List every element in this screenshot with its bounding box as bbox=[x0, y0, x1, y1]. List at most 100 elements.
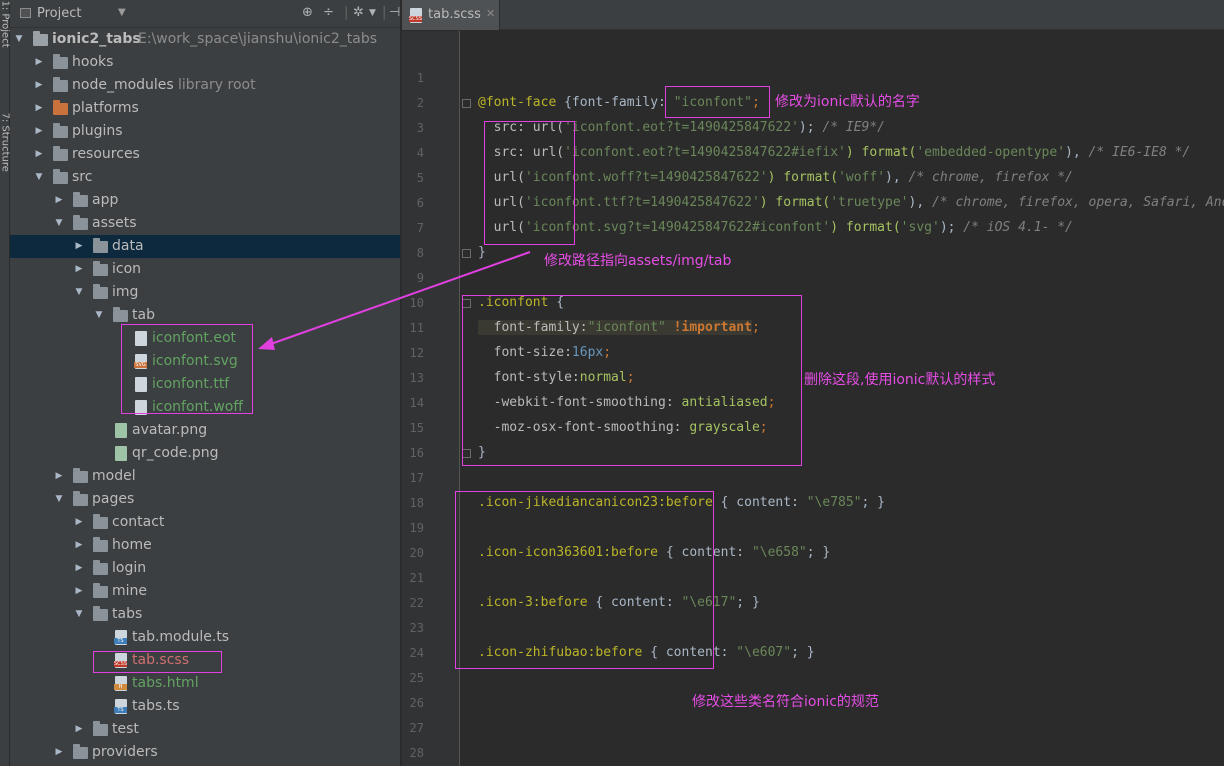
line-number: 16 bbox=[409, 446, 424, 460]
tree-item[interactable]: ▶ providers bbox=[10, 741, 400, 764]
folder-icon bbox=[73, 468, 88, 483]
expand-arrow-icon[interactable]: ▼ bbox=[53, 488, 65, 511]
expand-arrow-icon[interactable]: ▼ bbox=[73, 281, 85, 304]
tree-item-label: mine bbox=[112, 583, 148, 599]
project-panel-header: Project ▼ ⊕ ÷ | ✲ ▼ | ⊣ bbox=[10, 0, 400, 28]
hide-panel-icon[interactable]: ⊣ bbox=[389, 5, 400, 20]
tree-file-label: iconfont.eot bbox=[152, 330, 236, 346]
code-editor[interactable]: 1 2 3 4 5 6 7 8 9 10 11 12 13 14 15 16 1… bbox=[402, 31, 1224, 766]
code-line-6: url('iconfont.ttf?t=1490425847622') form… bbox=[478, 195, 1224, 210]
expand-arrow-icon[interactable]: ▼ bbox=[13, 28, 25, 51]
tree-file[interactable]: SVG iconfont.svg bbox=[10, 350, 400, 373]
fold-marker-icon[interactable] bbox=[462, 449, 471, 458]
tree-item[interactable]: ▶ resources bbox=[10, 143, 400, 166]
folder-icon bbox=[93, 606, 108, 621]
tree-item[interactable]: ▶ contact bbox=[10, 511, 400, 534]
expand-arrow-icon[interactable]: ▼ bbox=[53, 212, 65, 235]
line-number: 23 bbox=[409, 621, 424, 635]
tree-file[interactable]: SCSS tab.scss bbox=[10, 649, 400, 672]
fold-marker-icon[interactable] bbox=[462, 99, 471, 108]
tree-file[interactable]: iconfont.ttf bbox=[10, 373, 400, 396]
expand-arrow-icon[interactable]: ▶ bbox=[33, 97, 45, 120]
tab-tab-scss[interactable]: SCSS tab.scss ✕ bbox=[402, 0, 500, 30]
tree-file[interactable]: iconfont.woff bbox=[10, 396, 400, 419]
line-number: 2 bbox=[416, 96, 424, 110]
project-tree: ▼ ionic2_tabs E:\work_space\jianshu\ioni… bbox=[10, 28, 409, 766]
expand-arrow-icon[interactable]: ▼ bbox=[73, 603, 85, 626]
collapse-icon[interactable]: ÷ bbox=[323, 5, 334, 20]
tree-item[interactable]: ▼ assets bbox=[10, 212, 400, 235]
tree-item-selected[interactable]: ▶ data bbox=[10, 235, 400, 258]
expand-arrow-icon[interactable]: ▶ bbox=[73, 534, 85, 557]
expand-arrow-icon[interactable]: ▶ bbox=[33, 74, 45, 97]
gear-icon[interactable]: ✲ bbox=[353, 5, 364, 20]
tab-label: tab.scss bbox=[428, 7, 481, 22]
line-number: 21 bbox=[409, 571, 424, 585]
tree-file[interactable]: qr_code.png bbox=[10, 442, 400, 465]
tree-item-label: pages bbox=[92, 491, 135, 507]
tree-item[interactable]: ▶ platforms bbox=[10, 97, 400, 120]
tree-item[interactable]: ▶ model bbox=[10, 465, 400, 488]
gear-dropdown-icon[interactable]: ▼ bbox=[369, 8, 376, 18]
fold-marker-icon[interactable] bbox=[462, 249, 471, 258]
expand-arrow-icon[interactable]: ▶ bbox=[53, 465, 65, 488]
expand-arrow-icon[interactable]: ▶ bbox=[53, 741, 65, 764]
tree-item[interactable]: ▼ img bbox=[10, 281, 400, 304]
tree-item-label: src bbox=[72, 169, 93, 185]
expand-arrow-icon[interactable]: ▼ bbox=[93, 304, 105, 327]
tree-item-label: tabs bbox=[112, 606, 143, 622]
code-line-10: .iconfont { bbox=[478, 295, 565, 310]
expand-arrow-icon[interactable]: ▶ bbox=[73, 235, 85, 258]
expand-arrow-icon[interactable]: ▶ bbox=[73, 511, 85, 534]
fold-marker-icon[interactable] bbox=[462, 299, 471, 308]
tree-file-label: iconfont.svg bbox=[152, 353, 238, 369]
tree-item[interactable]: ▼ tabs bbox=[10, 603, 400, 626]
project-name: ionic2_tabs bbox=[52, 31, 141, 47]
tree-item-label: img bbox=[112, 284, 139, 300]
tree-item-label: plugins bbox=[72, 123, 123, 139]
expand-arrow-icon[interactable]: ▼ bbox=[33, 166, 45, 189]
line-number: 25 bbox=[409, 671, 424, 685]
expand-arrow-icon[interactable]: ▶ bbox=[73, 557, 85, 580]
rename-note: 修改为ionic默认的名字 bbox=[775, 94, 920, 110]
image-file-icon bbox=[115, 446, 127, 461]
expand-arrow-icon[interactable]: ▶ bbox=[33, 51, 45, 74]
tree-item[interactable]: ▶ home bbox=[10, 534, 400, 557]
tree-file[interactable]: avatar.png bbox=[10, 419, 400, 442]
tree-item[interactable]: ▼ tab bbox=[10, 304, 400, 327]
tree-item[interactable]: ▶ mine bbox=[10, 580, 400, 603]
tree-file[interactable]: H tabs.html bbox=[10, 672, 400, 695]
tree-item[interactable]: ▶ test bbox=[10, 718, 400, 741]
tree-item[interactable]: ▶ node_modules library root bbox=[10, 74, 400, 97]
folder-icon bbox=[73, 192, 88, 207]
expand-arrow-icon[interactable]: ▶ bbox=[73, 258, 85, 281]
expand-arrow-icon[interactable]: ▶ bbox=[33, 120, 45, 143]
expand-arrow-icon[interactable]: ▶ bbox=[73, 718, 85, 741]
project-panel-title[interactable]: Project bbox=[37, 6, 81, 21]
tree-file[interactable]: TS tab.module.ts bbox=[10, 626, 400, 649]
tree-file-label: iconfont.ttf bbox=[152, 376, 230, 392]
chevron-down-icon[interactable]: ▼ bbox=[118, 7, 126, 18]
tree-item[interactable]: ▶ hooks bbox=[10, 51, 400, 74]
tree-item[interactable]: ▼ src bbox=[10, 166, 400, 189]
expand-arrow-icon[interactable]: ▶ bbox=[73, 580, 85, 603]
close-icon[interactable]: ✕ bbox=[486, 7, 495, 20]
tree-item[interactable]: ▼ pages bbox=[10, 488, 400, 511]
tree-item[interactable]: ▶ plugins bbox=[10, 120, 400, 143]
tree-file-label: qr_code.png bbox=[132, 445, 219, 461]
project-tool-tab[interactable]: 1: Project bbox=[0, 1, 11, 48]
expand-arrow-icon[interactable]: ▶ bbox=[53, 189, 65, 212]
tree-item[interactable]: ▶ icon bbox=[10, 258, 400, 281]
structure-tool-tab[interactable]: 7: Structure bbox=[0, 113, 11, 172]
image-file-icon bbox=[115, 423, 127, 438]
expand-arrow-icon[interactable]: ▶ bbox=[33, 143, 45, 166]
tree-root[interactable]: ▼ ionic2_tabs E:\work_space\jianshu\ioni… bbox=[10, 28, 400, 51]
folder-icon bbox=[113, 307, 128, 322]
folder-icon bbox=[53, 169, 68, 184]
tree-file[interactable]: iconfont.eot bbox=[10, 327, 400, 350]
tree-item[interactable]: ▶ app bbox=[10, 189, 400, 212]
tree-item[interactable]: ▶ login bbox=[10, 557, 400, 580]
target-icon[interactable]: ⊕ bbox=[302, 5, 313, 20]
tree-item-label: icon bbox=[112, 261, 142, 277]
tree-file[interactable]: TS tabs.ts bbox=[10, 695, 400, 718]
